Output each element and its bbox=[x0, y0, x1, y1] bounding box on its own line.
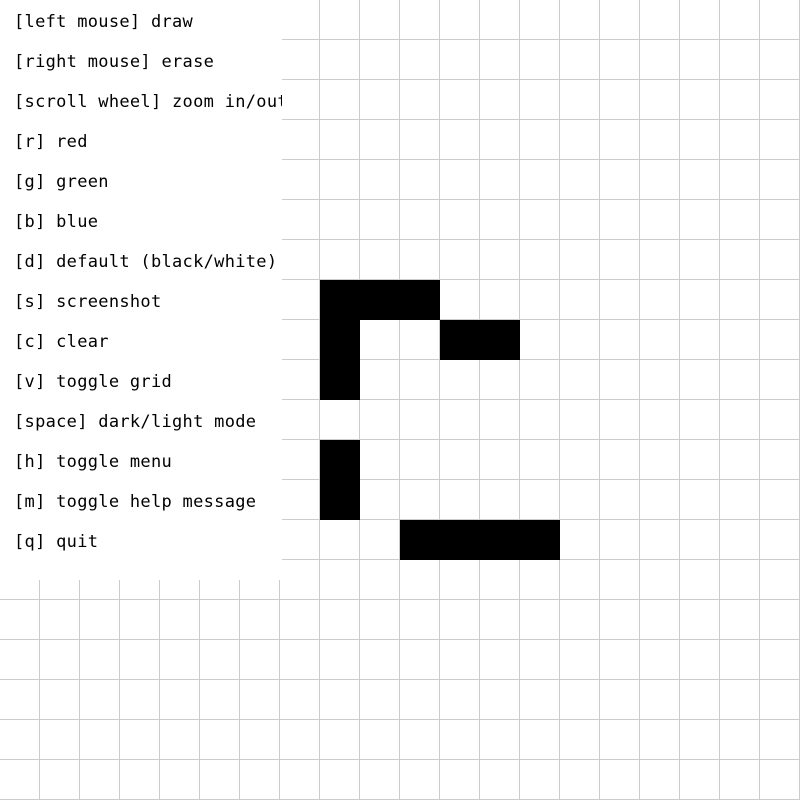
drawn-pixel bbox=[320, 480, 360, 520]
menu-item-draw: [left mouse] draw bbox=[14, 12, 194, 32]
drawn-pixel bbox=[400, 520, 440, 560]
drawn-pixel bbox=[360, 280, 400, 320]
help-menu: [left mouse] draw [right mouse] erase [s… bbox=[0, 0, 282, 580]
menu-item-toggle-help: [m] toggle help message bbox=[14, 492, 257, 512]
menu-item-green: [g] green bbox=[14, 172, 109, 192]
menu-item-default: [d] default (black/white) bbox=[14, 252, 278, 272]
drawn-pixel bbox=[480, 520, 520, 560]
drawn-pixel bbox=[320, 440, 360, 480]
menu-item-dark-light: [space] dark/light mode bbox=[14, 412, 257, 432]
menu-item-erase: [right mouse] erase bbox=[14, 52, 215, 72]
drawn-pixel bbox=[440, 320, 480, 360]
menu-item-quit: [q] quit bbox=[14, 532, 99, 552]
drawn-pixel bbox=[520, 520, 560, 560]
drawn-pixel bbox=[480, 320, 520, 360]
menu-item-red: [r] red bbox=[14, 132, 88, 152]
drawn-pixel bbox=[400, 280, 440, 320]
drawn-pixel bbox=[320, 320, 360, 360]
menu-item-screenshot: [s] screenshot bbox=[14, 292, 162, 312]
menu-item-blue: [b] blue bbox=[14, 212, 99, 232]
menu-item-clear: [c] clear bbox=[14, 332, 109, 352]
menu-item-zoom: [scroll wheel] zoom in/out bbox=[14, 92, 282, 112]
menu-item-toggle-grid: [v] toggle grid bbox=[14, 372, 173, 392]
menu-item-toggle-menu: [h] toggle menu bbox=[14, 452, 173, 472]
drawn-pixel bbox=[320, 280, 360, 320]
drawn-pixel bbox=[320, 360, 360, 400]
drawn-pixel bbox=[440, 520, 480, 560]
